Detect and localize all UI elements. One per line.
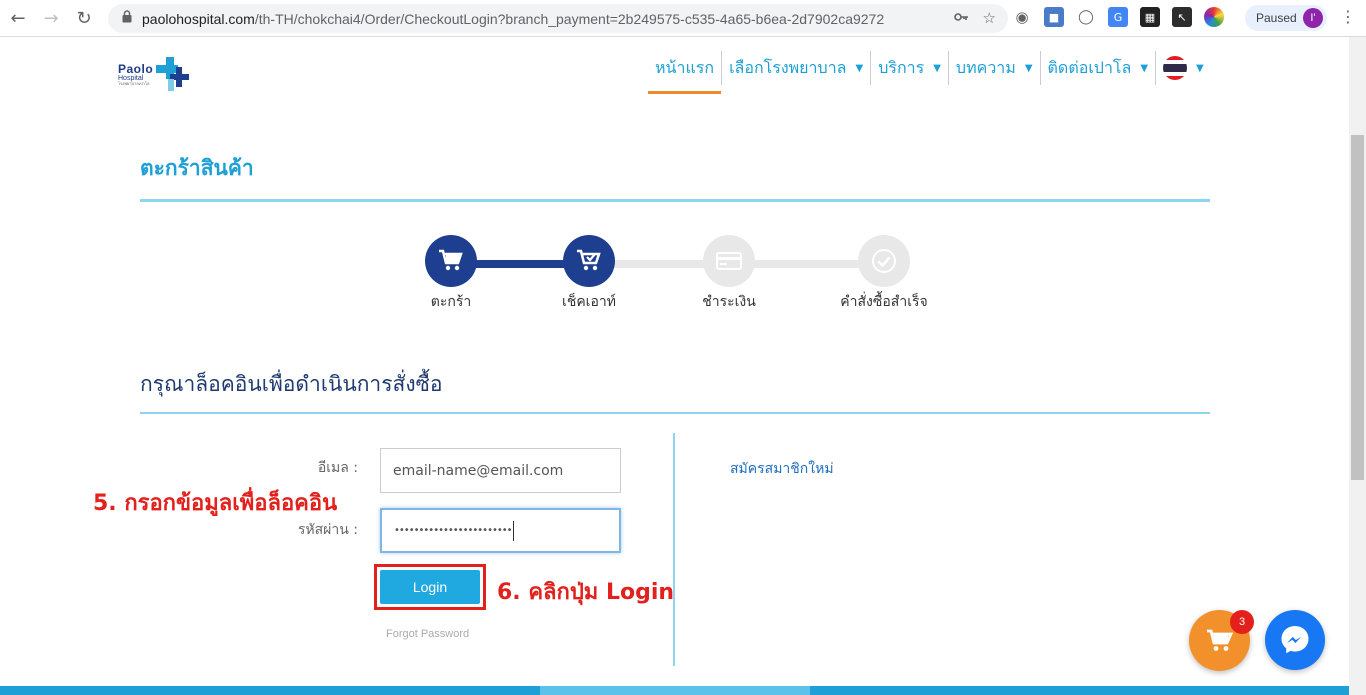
- star-icon[interactable]: ☆: [983, 9, 996, 29]
- credit-card-icon: [703, 235, 755, 287]
- step-complete-label: คำสั่งซื้อสำเร็จ: [840, 294, 928, 310]
- scrollbar-thumb[interactable]: [1351, 135, 1364, 480]
- line-icon[interactable]: ◯: [1076, 7, 1096, 27]
- nav-services-label: บริการ: [878, 57, 925, 77]
- step-payment: ชำระเงิน: [674, 235, 784, 313]
- nav-home-label: หน้าแรก: [655, 57, 715, 77]
- nav-contact[interactable]: ติดต่อเปาโล ▼: [1039, 51, 1156, 85]
- cart-icon: [1206, 629, 1233, 651]
- thai-flag-icon: [1163, 56, 1188, 80]
- nav-select-hospital-label: เลือกโรงพยาบาล: [729, 57, 847, 77]
- login-heading: กรุณาล็อคอินเพื่อดำเนินการสั่งซื้อ: [140, 372, 443, 396]
- step-payment-label: ชำระเงิน: [702, 294, 756, 310]
- url-text: paolohospital.com/th-TH/chokchai4/Order/…: [142, 10, 885, 27]
- key-icon[interactable]: [953, 9, 969, 29]
- title-divider: [140, 199, 1210, 202]
- nav-contact-label: ติดต่อเปาโล: [1047, 57, 1132, 77]
- nav-select-hospital[interactable]: เลือกโรงพยาบาล ▼: [721, 51, 870, 85]
- caret-down-icon: ▼: [855, 62, 864, 74]
- color-picker-icon[interactable]: [1204, 7, 1224, 27]
- nav-services[interactable]: บริการ ▼: [870, 51, 948, 85]
- email-label: อีเมล :: [317, 460, 358, 476]
- reload-icon[interactable]: ↻: [69, 3, 99, 33]
- annotation-step-6: 6. คลิกปุ่ม Login: [497, 580, 675, 605]
- password-field[interactable]: ••••••••••••••••••••••••: [380, 508, 621, 553]
- login-button[interactable]: Login: [380, 570, 480, 604]
- logo-thai-text: โรงพยาบาลเปาโล: [118, 80, 150, 86]
- language-selector[interactable]: ▼: [1155, 51, 1211, 85]
- page-scrollbar[interactable]: [1349, 37, 1366, 695]
- nav-articles-label: บทความ: [955, 57, 1016, 77]
- site-logo[interactable]: Paolo Hospital โรงพยาบาลเปาโล: [118, 57, 190, 91]
- logo-text: Paolo: [118, 61, 154, 76]
- avatar: I': [1303, 8, 1323, 28]
- profile-status: Paused: [1256, 11, 1297, 25]
- cart-count-badge: 3: [1230, 610, 1254, 634]
- password-masked-value: ••••••••••••••••••••••••: [394, 525, 513, 536]
- messenger-icon: [1281, 626, 1309, 654]
- caret-down-icon: ▼: [1196, 62, 1204, 74]
- main-nav: หน้าแรก เลือกโรงพยาบาล ▼ บริการ ▼ บทความ ▼ …: [648, 51, 1211, 94]
- step-cart-label: ตะกร้า: [430, 294, 472, 310]
- check-circle-icon: [858, 235, 910, 287]
- browser-toolbar: ← → ↻ paolohospital.com/th-TH/chokchai4/…: [0, 0, 1366, 37]
- step-cart: ตะกร้า: [396, 235, 506, 313]
- register-link[interactable]: สมัครสมาชิกใหม่: [730, 458, 834, 480]
- cart-check-icon: [563, 235, 615, 287]
- logo-cross-icon: [156, 57, 190, 91]
- checkout-progress: ตะกร้า เช็คเอาท์ ชำระเงิน คำสั่งซื้อสำเร…: [140, 235, 1210, 315]
- vertical-divider: [673, 433, 675, 666]
- address-bar[interactable]: paolohospital.com/th-TH/chokchai4/Order/…: [108, 4, 1008, 33]
- extension-printer-icon[interactable]: ■: [1044, 7, 1064, 27]
- translate-icon[interactable]: G: [1108, 7, 1128, 27]
- cursor-extension-icon[interactable]: ↖: [1172, 7, 1192, 27]
- caret-down-icon: ▼: [933, 62, 941, 74]
- caret-down-icon: ▼: [1024, 62, 1033, 74]
- step-complete: คำสั่งซื้อสำเร็จ: [829, 235, 939, 313]
- qr-code-icon[interactable]: ▦: [1140, 7, 1160, 27]
- camera-icon[interactable]: ◉: [1012, 7, 1032, 27]
- email-field[interactable]: email-name@email.com: [380, 448, 621, 493]
- forgot-password-link[interactable]: Forgot Password: [386, 628, 469, 640]
- step-checkout-label: เช็คเอาท์: [562, 294, 616, 310]
- lock-icon: [112, 10, 142, 27]
- profile-button[interactable]: Paused I': [1245, 5, 1327, 31]
- login-divider: [140, 412, 1210, 414]
- nav-home[interactable]: หน้าแรก: [648, 51, 722, 94]
- back-icon[interactable]: ←: [3, 3, 33, 33]
- annotation-step-5: 5. กรอกข้อมูลเพื่อล็อคอิน: [93, 491, 338, 516]
- step-checkout: เช็คเอาท์: [534, 235, 644, 313]
- menu-kebab-icon[interactable]: ⋮: [1340, 7, 1356, 26]
- page-title: ตะกร้าสินค้า: [140, 156, 254, 180]
- forward-icon[interactable]: →: [36, 3, 66, 33]
- messenger-button[interactable]: [1265, 610, 1325, 670]
- site-header: Paolo Hospital โรงพยาบาลเปาโล หน้าแรก เล…: [0, 37, 1349, 97]
- footer-bar: [0, 686, 1349, 695]
- cart-icon: [425, 235, 477, 287]
- password-label: รหัสผ่าน :: [297, 522, 358, 538]
- caret-down-icon: ▼: [1140, 62, 1149, 74]
- text-cursor: [512, 520, 514, 541]
- nav-articles[interactable]: บทความ ▼: [947, 51, 1040, 85]
